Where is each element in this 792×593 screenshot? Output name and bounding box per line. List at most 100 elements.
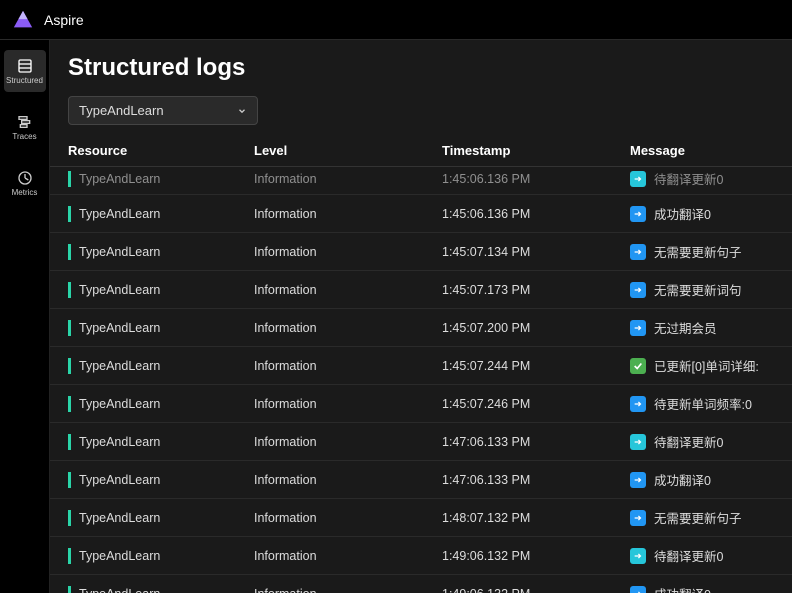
message-text: 成功翻译0 [654,584,711,593]
level-cell: Information [254,207,442,221]
message-status-icon [630,548,646,564]
resource-name: TypeAndLearn [79,435,160,449]
table-row[interactable]: TypeAndLearnInformation1:45:07.246 PM待更新… [50,385,792,423]
sidebar-item-label: Metrics [12,188,38,197]
resource-cell: TypeAndLearn [68,171,254,187]
message-cell: 无过期会员 [630,318,774,337]
timestamp-cell: 1:45:07.173 PM [442,283,630,297]
resource-name: TypeAndLearn [79,397,160,411]
table-body: TypeAndLearnInformation1:45:06.136 PM待翻译… [50,167,792,593]
message-cell: 无需要更新句子 [630,508,774,527]
message-cell: 已更新[0]单词详细: [630,356,774,375]
resource-cell: TypeAndLearn [68,282,254,298]
resource-cell: TypeAndLearn [68,586,254,593]
table-row[interactable]: TypeAndLearnInformation1:45:06.136 PM 待翻译… [50,167,792,195]
resource-color-bar [68,282,71,298]
sidebar: Structured Traces Metrics [0,40,50,593]
message-status-icon [630,320,646,336]
resource-filter-dropdown[interactable]: TypeAndLearn [68,96,258,125]
message-cell: 待翻译更新0 [630,432,774,451]
resource-color-bar [68,171,71,187]
table-row[interactable]: TypeAndLearnInformation1:48:07.132 PM 无需要… [50,499,792,537]
logs-table: Resource Level Timestamp Message TypeAnd… [50,135,792,593]
table-row[interactable]: TypeAndLearn Information1:45:07.200 PM无过期… [50,309,792,347]
table-row[interactable]: TypeAndLearn Information1:45:06.136 PM 成功翻… [50,195,792,233]
resource-cell: TypeAndLearn [68,396,254,412]
message-cell: 无需要更新句子 [630,242,774,261]
content-area: Structured logs TypeAndLearn Resource Le… [50,40,792,593]
message-text: 已更新[0]单词详细: [654,356,759,375]
top-bar: Aspire [0,0,792,40]
message-status-icon [630,358,646,374]
table-row[interactable]: TypeAndLearnInformation1:45:07.244 PM已更新… [50,347,792,385]
message-text: 成功翻译0 [654,204,711,223]
app-title: Aspire [44,12,84,28]
app-logo-icon [12,9,34,31]
sidebar-item-structured[interactable]: Structured [4,50,46,92]
level-cell: Information [254,549,442,563]
header-timestamp[interactable]: Timestamp [442,143,630,158]
message-status-icon [630,586,646,593]
header-message[interactable]: Message [630,143,774,158]
resource-cell: TypeAndLearn [68,206,254,222]
structured-icon [15,58,35,74]
sidebar-item-metrics[interactable]: Metrics [4,162,46,204]
sidebar-item-traces[interactable]: Traces [4,106,46,148]
level-cell: Information [254,245,442,259]
resource-name: TypeAndLearn [79,549,160,563]
table-row[interactable]: TypeAndLearnInformation1:47:06.133 PM待翻译… [50,423,792,461]
header-level[interactable]: Level [254,143,442,158]
dropdown-selected: TypeAndLearn [79,103,164,118]
resource-cell: TypeAndLearn [68,472,254,488]
message-cell: 待更新单词频率:0 [630,394,774,413]
resource-cell: TypeAndLearn [68,548,254,564]
timestamp-cell: 1:49:06.132 PM [442,587,630,593]
message-status-icon [630,171,646,187]
level-cell: Information [254,283,442,297]
sidebar-item-label: Traces [12,132,36,141]
table-row[interactable]: TypeAndLearn Information1:49:06.132 PM待翻译… [50,537,792,575]
level-cell: Information [254,172,442,186]
table-row[interactable]: TypeAndLearnInformation1:47:06.133 PM成功翻… [50,461,792,499]
resource-color-bar [68,206,71,222]
resource-cell: TypeAndLearn [68,244,254,260]
timestamp-cell: 1:49:06.132 PM [442,549,630,563]
message-text: 成功翻译0 [654,470,711,489]
message-text: 无需要更新句子 [654,242,742,261]
table-row[interactable]: TypeAndLearnInformation1:45:07.173 PM 无需要… [50,271,792,309]
metrics-icon [15,170,35,186]
resource-cell: TypeAndLearn [68,358,254,374]
table-row[interactable]: TypeAndLearnInformation1:49:06.132 PM成功翻… [50,575,792,593]
timestamp-cell: 1:47:06.133 PM [442,435,630,449]
resource-color-bar [68,548,71,564]
message-text: 待翻译更新0 [654,432,723,451]
timestamp-cell: 1:45:07.134 PM [442,245,630,259]
resource-color-bar [68,586,71,593]
timestamp-cell: 1:48:07.132 PM [442,511,630,525]
level-cell: Information [254,321,442,335]
resource-cell: TypeAndLearn [68,510,254,526]
resource-color-bar [68,472,71,488]
timestamp-cell: 1:47:06.133 PM [442,473,630,487]
table-row[interactable]: TypeAndLearnInformation1:45:07.134 PM 无需要… [50,233,792,271]
timestamp-cell: 1:45:06.136 PM [442,207,630,221]
message-cell: 成功翻译0 [630,204,774,223]
level-cell: Information [254,359,442,373]
table-header: Resource Level Timestamp Message [50,135,792,167]
message-cell: 待翻译更新0 [630,546,774,565]
resource-color-bar [68,510,71,526]
page-title: Structured logs [68,54,774,82]
resource-name: TypeAndLearn [79,321,160,335]
message-text: 无需要更新词句 [654,280,742,299]
message-status-icon [630,206,646,222]
message-text: 待翻译更新0 [654,169,723,188]
timestamp-cell: 1:45:07.200 PM [442,321,630,335]
message-text: 无需要更新句子 [654,508,742,527]
message-cell: 待翻译更新0 [630,169,774,188]
sidebar-item-label: Structured [6,76,43,85]
resource-name: TypeAndLearn [79,207,160,221]
level-cell: Information [254,511,442,525]
timestamp-cell: 1:45:06.136 PM [442,172,630,186]
resource-cell: TypeAndLearn [68,320,254,336]
header-resource[interactable]: Resource [68,143,254,158]
